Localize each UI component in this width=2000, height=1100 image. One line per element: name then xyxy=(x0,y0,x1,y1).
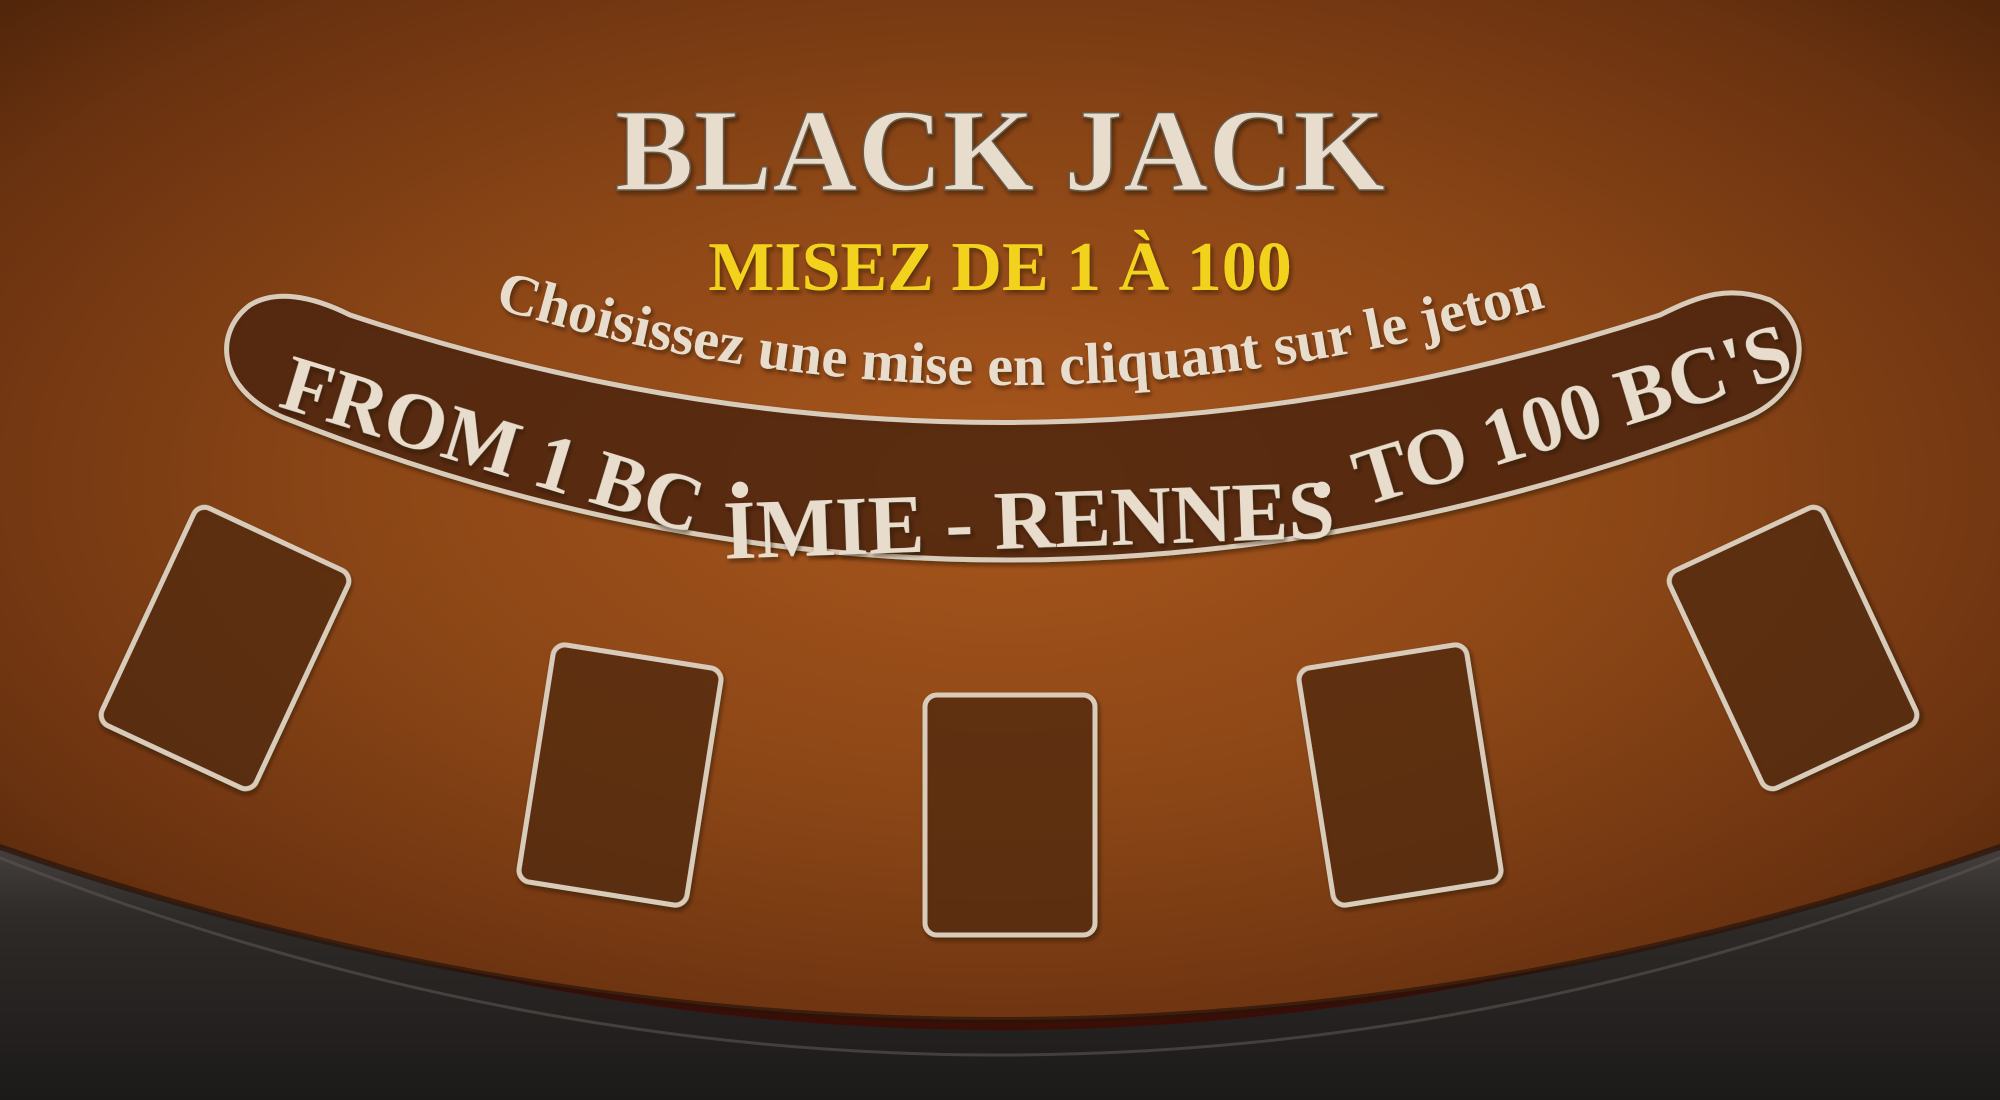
game-title: BLACK JACK xyxy=(615,85,1385,216)
player-card-spot-2[interactable] xyxy=(516,642,724,908)
banner-separator-right: • xyxy=(1311,457,1332,523)
table-canvas: BLACK JACK MISEZ DE 1 À 100 Choisissez u… xyxy=(0,0,2000,1100)
blackjack-table-screen: BLACK JACK MISEZ DE 1 À 100 Choisissez u… xyxy=(0,0,2000,1100)
player-card-spot-4[interactable] xyxy=(1296,642,1504,908)
player-card-spot-3[interactable] xyxy=(922,692,1098,938)
bet-range-subtitle: MISEZ DE 1 À 100 xyxy=(708,229,1291,306)
